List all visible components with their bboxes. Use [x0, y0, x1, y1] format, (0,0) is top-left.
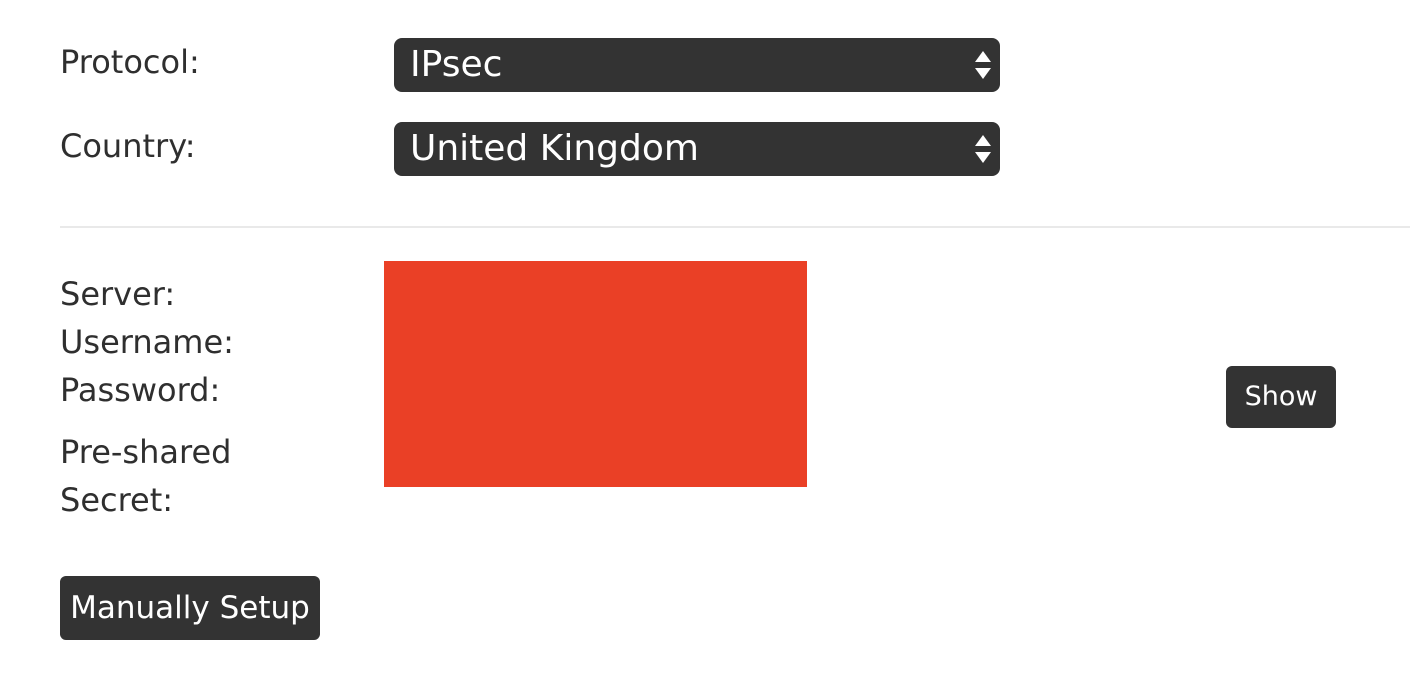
redacted-credentials-block: [384, 261, 807, 487]
password-label: Password:: [60, 371, 221, 409]
show-password-button[interactable]: Show: [1226, 366, 1336, 428]
preshared-secret-label-line1: Pre-shared: [60, 433, 232, 471]
updown-arrows-icon: [975, 135, 991, 163]
country-selected-value: United Kingdom: [410, 128, 699, 169]
country-label: Country:: [60, 127, 196, 165]
protocol-select[interactable]: IPsec: [394, 38, 1000, 92]
protocol-label: Protocol:: [60, 43, 200, 81]
updown-arrows-icon: [975, 51, 991, 79]
section-divider: [60, 226, 1410, 228]
preshared-secret-label-line2: Secret:: [60, 481, 174, 519]
server-label: Server:: [60, 275, 176, 313]
username-label: Username:: [60, 323, 234, 361]
protocol-selected-value: IPsec: [410, 44, 503, 85]
manually-setup-button[interactable]: Manually Setup: [60, 576, 320, 640]
country-select[interactable]: United Kingdom: [394, 122, 1000, 176]
